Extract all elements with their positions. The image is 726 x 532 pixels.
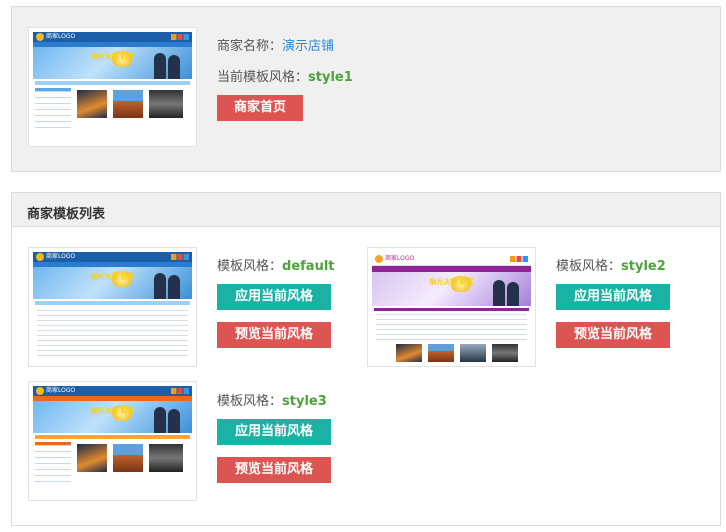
preview-style-button-style3[interactable]: 预览当前风格 (217, 457, 331, 483)
current-style-row: 当前模板风格：style1 (217, 66, 353, 85)
preview-logo-text: 商家LOGO (46, 33, 76, 40)
preview-logo-text: 商家LOGO (385, 255, 415, 262)
current-style-value: style1 (308, 70, 353, 85)
template-style-label: 模板风格： (556, 259, 622, 274)
template-style-label: 模板风格： (217, 259, 283, 274)
logo-icon (36, 33, 44, 41)
merchant-name-link[interactable]: 演示店铺 (282, 39, 334, 54)
preview-logo-text: 商家LOGO (46, 387, 76, 394)
template-list-panel: 商家模板列表 商家LOGO 锦光决策 财富 模板风格：default 应用当前风… (11, 192, 721, 526)
preview-banner-text: 锦光决策 财富 (429, 278, 474, 286)
template-style-value: default (282, 259, 335, 274)
current-style-label: 当前模板风格： (217, 70, 309, 85)
logo-icon (375, 255, 383, 263)
preview-style-button-default[interactable]: 预览当前风格 (217, 322, 331, 348)
current-template-thumbnail: 商家LOGO 锦光决策 财富 (28, 27, 197, 147)
template-style-row-default: 模板风格：default (217, 255, 335, 274)
merchant-home-button[interactable]: 商家首页 (217, 95, 303, 121)
merchant-name-label: 商家名称： (217, 39, 283, 54)
preview-banner-text: 锦光决策 财富 (90, 407, 135, 415)
template-style-value: style2 (621, 259, 666, 274)
apply-style-button-default[interactable]: 应用当前风格 (217, 284, 331, 310)
preview-banner-text: 锦光决策 财富 (90, 53, 135, 61)
template-thumbnail-default[interactable]: 商家LOGO 锦光决策 财富 (28, 247, 197, 367)
template-style-row-style3: 模板风格：style3 (217, 390, 327, 409)
merchant-info-panel: 商家LOGO 锦光决策 财富 商家名称：演示店铺 当前模板风格：style1 商… (11, 6, 721, 172)
template-list-header: 商家模板列表 (12, 193, 720, 227)
preview-logo-text: 商家LOGO (46, 253, 76, 260)
template-style-row-style2: 模板风格：style2 (556, 255, 666, 274)
template-thumbnail-style2[interactable]: 商家LOGO 锦光决策 财富 (367, 247, 536, 367)
template-thumbnail-style3[interactable]: 商家LOGO 锦光决策 财富 (28, 381, 197, 501)
apply-style-button-style3[interactable]: 应用当前风格 (217, 419, 331, 445)
merchant-name-row: 商家名称：演示店铺 (217, 35, 334, 54)
preview-banner-text: 锦光决策 财富 (90, 273, 135, 281)
preview-style-button-style2[interactable]: 预览当前风格 (556, 322, 670, 348)
logo-icon (36, 253, 44, 261)
template-style-label: 模板风格： (217, 394, 283, 409)
apply-style-button-style2[interactable]: 应用当前风格 (556, 284, 670, 310)
template-list-title: 商家模板列表 (27, 207, 106, 222)
logo-icon (36, 387, 44, 395)
template-style-value: style3 (282, 394, 327, 409)
